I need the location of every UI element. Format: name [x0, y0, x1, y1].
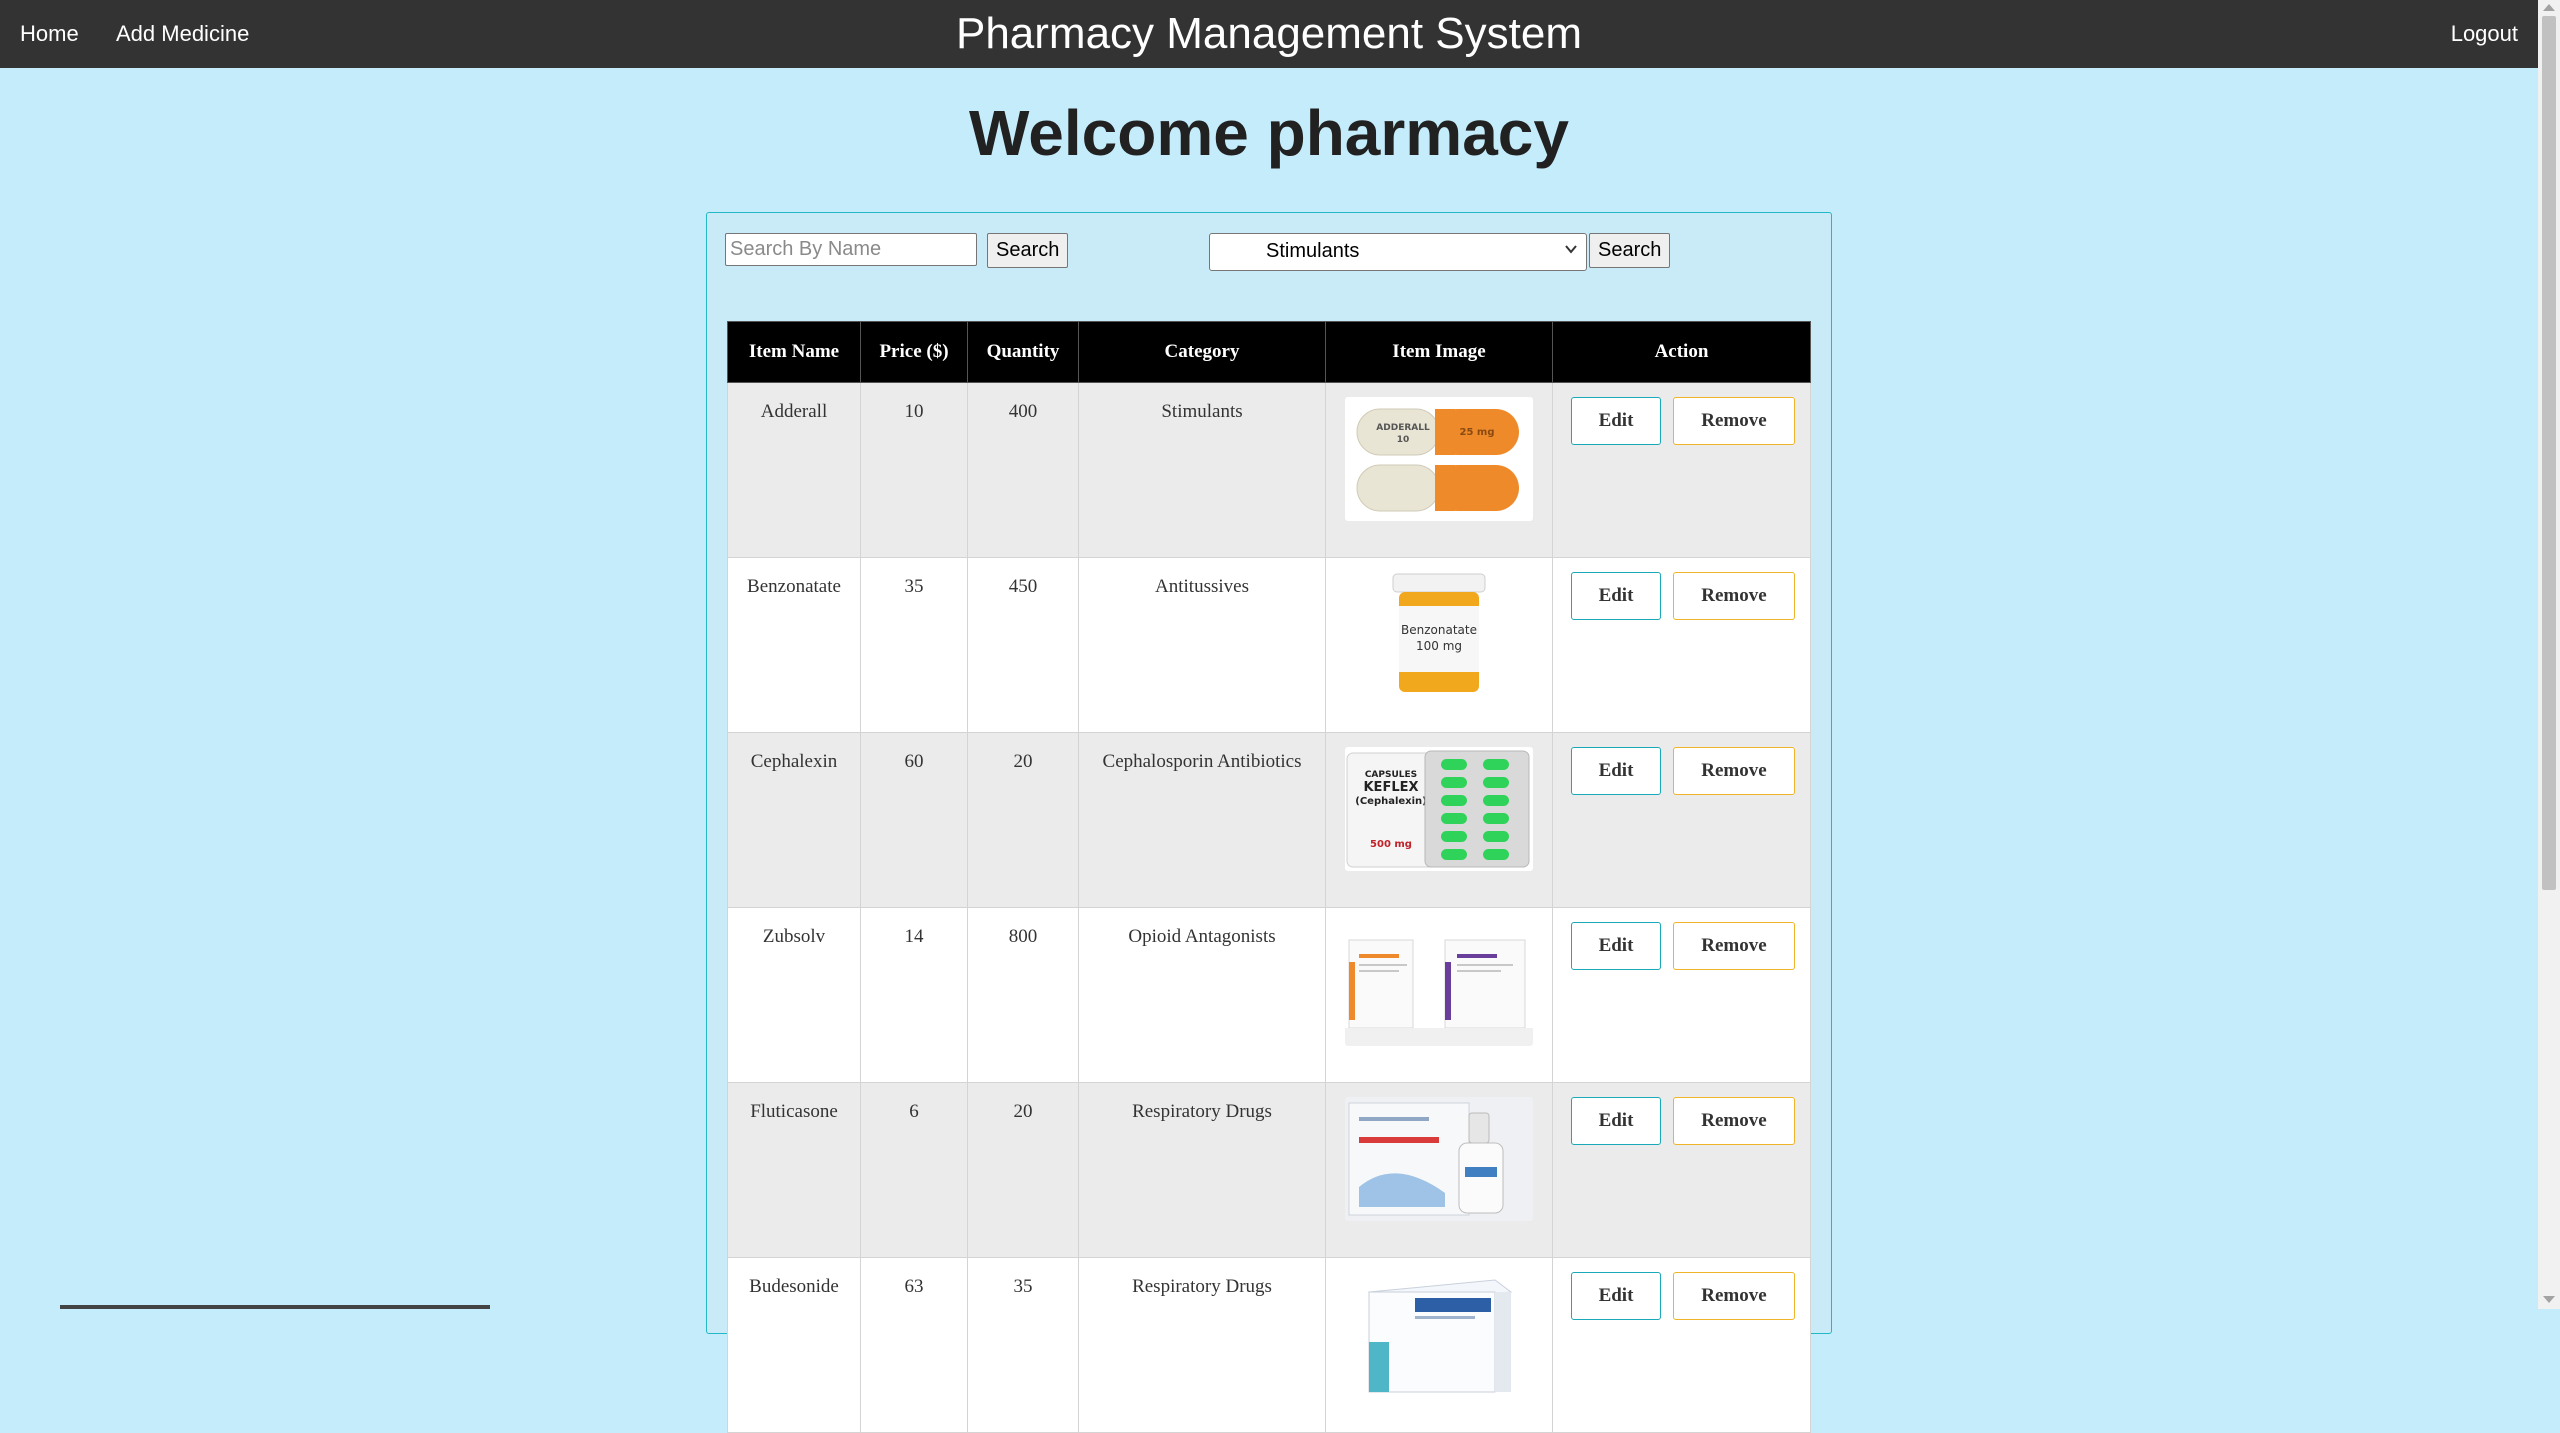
- col-header-price: Price ($): [860, 321, 968, 383]
- app-title: Pharmacy Management System: [955, 9, 1583, 58]
- welcome-heading: Welcome pharmacy: [969, 97, 1569, 169]
- search-name-button[interactable]: Search: [987, 233, 1069, 268]
- cell-quantity: 20: [967, 1082, 1079, 1258]
- edit-button[interactable]: Edit: [1571, 747, 1661, 795]
- col-header-quantity: Quantity: [967, 321, 1079, 383]
- cell-price: 60: [860, 732, 968, 908]
- cell-item-image: Benzonatate 100 mg: [1325, 557, 1553, 733]
- zubsolv-image: [1345, 922, 1533, 1046]
- category-select[interactable]: Stimulants: [1209, 233, 1587, 271]
- budesonide-image: [1345, 1272, 1533, 1396]
- cell-category: Respiratory Drugs: [1078, 1082, 1326, 1258]
- cell-category: Antitussives: [1078, 557, 1326, 733]
- remove-button[interactable]: Remove: [1673, 1097, 1795, 1145]
- cell-quantity: 400: [967, 382, 1079, 558]
- inventory-panel: Search Stimulants Search Item Name Price…: [706, 212, 1832, 1433]
- remove-button[interactable]: Remove: [1673, 572, 1795, 620]
- cell-category: Cephalosporin Antibiotics: [1078, 732, 1326, 908]
- cell-category: Respiratory Drugs: [1078, 1257, 1326, 1433]
- edit-button[interactable]: Edit: [1571, 1097, 1661, 1145]
- cell-category: Stimulants: [1078, 382, 1326, 558]
- edit-button[interactable]: Edit: [1571, 1272, 1661, 1320]
- cell-price: 14: [860, 907, 968, 1083]
- nav-logout-link[interactable]: Logout: [2451, 0, 2518, 68]
- vertical-scrollbar[interactable]: [2538, 0, 2560, 1309]
- table-row: Benzonatate 35 450 Antitussives Benzonat…: [727, 557, 1811, 733]
- keflex-line1: CAPSULES: [1365, 770, 1417, 780]
- table-row: Cephalexin 60 20 Cephalosporin Antibioti…: [727, 732, 1811, 908]
- cell-quantity: 20: [967, 732, 1079, 908]
- cell-action: Edit Remove: [1552, 732, 1811, 908]
- scroll-up-arrow-icon[interactable]: [2543, 4, 2555, 11]
- medicine-table: Item Name Price ($) Quantity Category It…: [727, 321, 1811, 1433]
- cell-item-name: Cephalexin: [727, 732, 861, 908]
- table-row: Fluticasone 6 20 Respiratory Drugs Edit …: [727, 1082, 1811, 1258]
- edit-button[interactable]: Edit: [1571, 397, 1661, 445]
- cell-quantity: 800: [967, 907, 1079, 1083]
- cell-item-image: ADDERALL 10 25 mg: [1325, 382, 1553, 558]
- keflex-line3: (Cephalexin): [1355, 796, 1427, 807]
- cell-action: Edit Remove: [1552, 907, 1811, 1083]
- cephalexin-image: CAPSULES KEFLEX (Cephalexin) 500 mg: [1345, 747, 1533, 871]
- cell-item-name: Benzonatate: [727, 557, 861, 733]
- cell-item-name: Zubsolv: [727, 907, 861, 1083]
- cell-item-name: Fluticasone: [727, 1082, 861, 1258]
- cell-item-image: [1325, 1257, 1553, 1433]
- cell-quantity: 450: [967, 557, 1079, 733]
- cell-action: Edit Remove: [1552, 1257, 1811, 1433]
- cell-action: Edit Remove: [1552, 557, 1811, 733]
- table-row: Zubsolv 14 800 Opioid Antagonists Edit R…: [727, 907, 1811, 1083]
- col-header-item-name: Item Name: [727, 321, 861, 383]
- keflex-line2: KEFLEX: [1363, 780, 1418, 795]
- top-navbar: Home Add Medicine Pharmacy Management Sy…: [0, 0, 2538, 68]
- cell-item-name: Budesonide: [727, 1257, 861, 1433]
- remove-button[interactable]: Remove: [1673, 397, 1795, 445]
- table-row: Adderall 10 400 Stimulants ADDERALL 10 2…: [727, 382, 1811, 558]
- adderall-image: ADDERALL 10 25 mg: [1345, 397, 1533, 521]
- table-row: Budesonide 63 35 Respiratory Drugs Edit …: [727, 1257, 1811, 1433]
- col-header-action: Action: [1552, 321, 1811, 383]
- search-by-name-input[interactable]: [725, 233, 977, 266]
- cell-action: Edit Remove: [1552, 382, 1811, 558]
- chevron-down-icon: [1564, 242, 1578, 259]
- edit-button[interactable]: Edit: [1571, 572, 1661, 620]
- cell-action: Edit Remove: [1552, 1082, 1811, 1258]
- cell-item-image: [1325, 907, 1553, 1083]
- benzonatate-label-dose: 100 mg: [1416, 639, 1462, 653]
- benzonatate-image: Benzonatate 100 mg: [1345, 572, 1533, 696]
- bottom-divider: [60, 1305, 490, 1309]
- cell-category: Opioid Antagonists: [1078, 907, 1326, 1083]
- cell-item-name: Adderall: [727, 382, 861, 558]
- remove-button[interactable]: Remove: [1673, 747, 1795, 795]
- keflex-dose: 500 mg: [1370, 839, 1412, 850]
- remove-button[interactable]: Remove: [1673, 922, 1795, 970]
- adderall-dose-text: 25 mg: [1460, 427, 1495, 438]
- cell-price: 63: [860, 1257, 968, 1433]
- benzonatate-label-name: Benzonatate: [1401, 623, 1477, 637]
- cell-item-image: [1325, 1082, 1553, 1258]
- cell-price: 35: [860, 557, 968, 733]
- col-header-item-image: Item Image: [1325, 321, 1553, 383]
- scroll-thumb[interactable]: [2542, 16, 2556, 890]
- category-selected-value: Stimulants: [1266, 240, 1360, 262]
- adderall-cap-text: ADDERALL: [1376, 423, 1430, 433]
- cell-price: 6: [860, 1082, 968, 1258]
- cell-item-image: CAPSULES KEFLEX (Cephalexin) 500 mg: [1325, 732, 1553, 908]
- fluticasone-image: [1345, 1097, 1533, 1221]
- search-category-button[interactable]: Search: [1589, 233, 1671, 268]
- scroll-down-arrow-icon[interactable]: [2543, 1296, 2555, 1303]
- adderall-cap-num: 10: [1397, 435, 1410, 445]
- cell-quantity: 35: [967, 1257, 1079, 1433]
- remove-button[interactable]: Remove: [1673, 1272, 1795, 1320]
- edit-button[interactable]: Edit: [1571, 922, 1661, 970]
- table-header-row: Item Name Price ($) Quantity Category It…: [727, 321, 1811, 383]
- cell-price: 10: [860, 382, 968, 558]
- col-header-category: Category: [1078, 321, 1326, 383]
